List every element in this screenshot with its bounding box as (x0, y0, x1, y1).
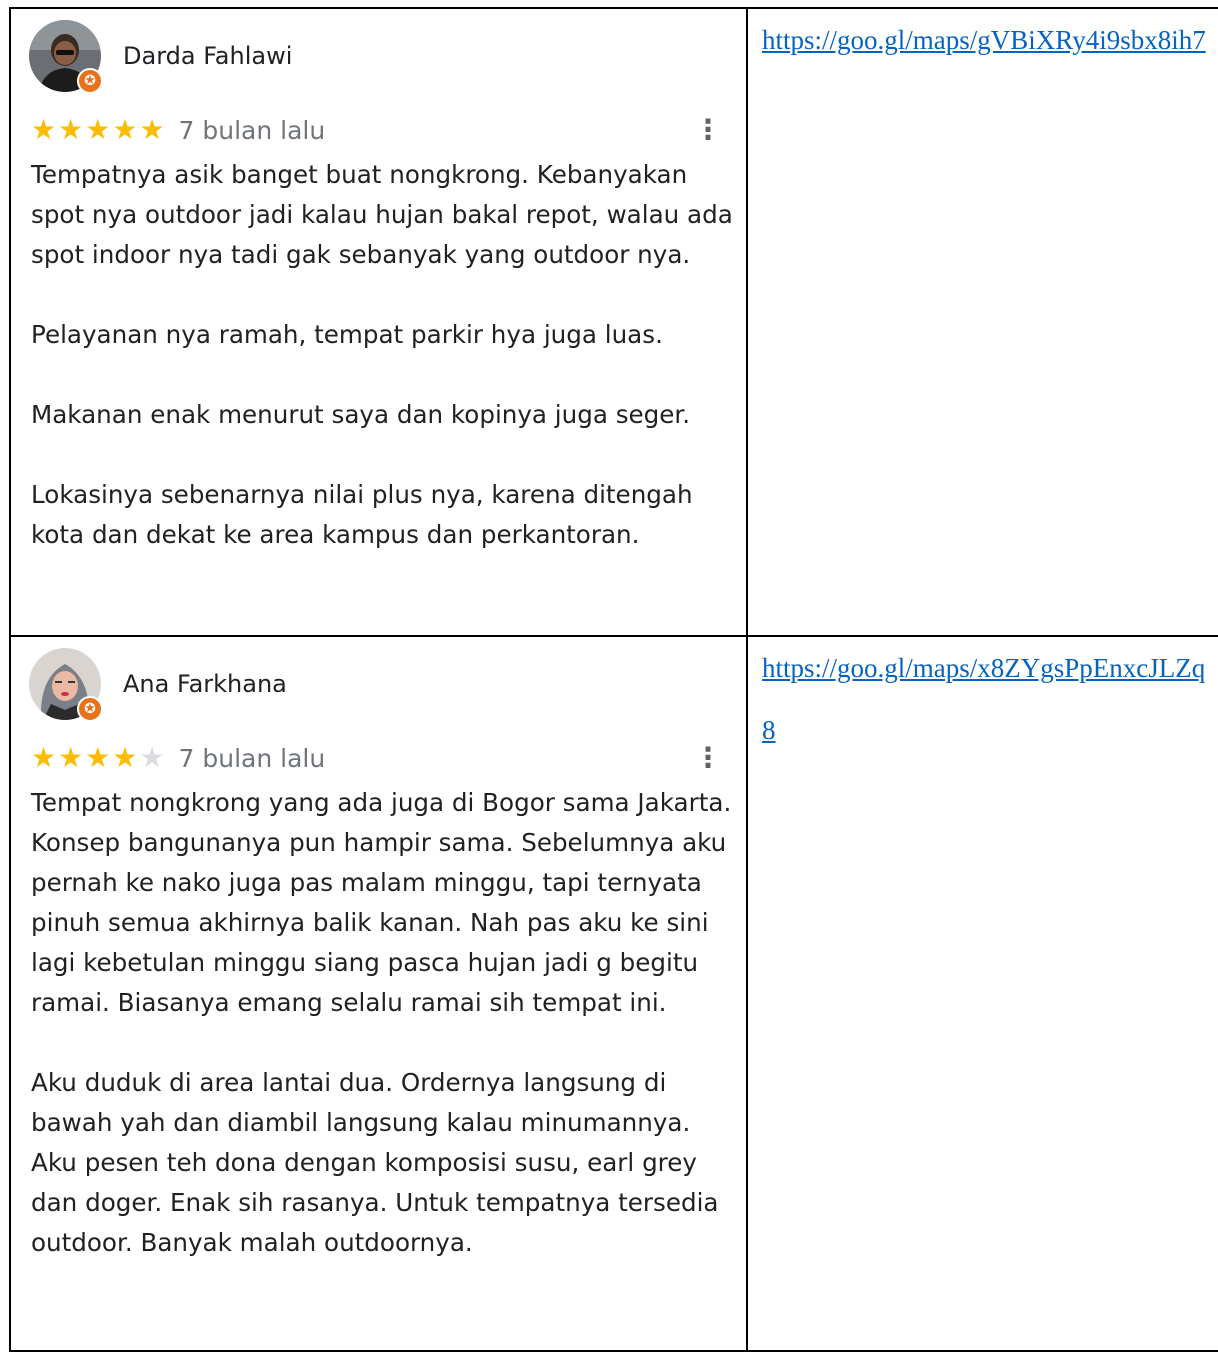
review-header: ✪ Darda Fahlawi (29, 9, 746, 97)
link-cell: https://goo.gl/maps/gVBiXRy4i9sbx8ih7 (746, 7, 1218, 637)
link-cell: https://goo.gl/maps/x8ZYgsPpEnxcJLZq8 (746, 635, 1218, 1352)
more-vert-icon[interactable]: ⋮ (694, 116, 722, 144)
star-icon: ★ (85, 113, 111, 146)
star-icon: ★ (139, 113, 165, 146)
review-paragraph: Makanan enak menurut saya dan kopinya ju… (31, 400, 691, 429)
review-paragraph: Lokasinya sebenarnya nilai plus nya, kar… (31, 480, 693, 549)
review-cell: ✪ Darda Fahlawi ★ ★ ★ ★ ★ 7 bulan lalu ⋮ (9, 7, 748, 637)
star-icon: ★ (85, 741, 111, 774)
review-card: ✪ Ana Farkhana ★ ★ ★ ★ ★ 7 bulan lalu ⋮ (11, 637, 746, 1263)
review-paragraph: Tempatnya asik banget buat nongkrong. Ke… (31, 160, 733, 269)
reviews-table: ✪ Darda Fahlawi ★ ★ ★ ★ ★ 7 bulan lalu ⋮ (9, 7, 1218, 1352)
maps-link[interactable]: https://goo.gl/maps/gVBiXRy4i9sbx8ih7 (762, 9, 1218, 71)
star-icon: ★ (31, 113, 57, 146)
review-text: Tempatnya asik banget buat nongkrong. Ke… (31, 155, 746, 555)
more-vert-icon[interactable]: ⋮ (694, 744, 722, 772)
review-row-1: ✪ Darda Fahlawi ★ ★ ★ ★ ★ 7 bulan lalu ⋮ (9, 7, 1218, 637)
star-rating: ★ ★ ★ ★ ★ (31, 116, 165, 144)
review-row-2: ✪ Ana Farkhana ★ ★ ★ ★ ★ 7 bulan lalu ⋮ (9, 635, 1218, 1352)
star-icon: ★ (58, 113, 84, 146)
avatar-wrap[interactable]: ✪ (29, 648, 103, 722)
avatar-wrap[interactable]: ✪ (29, 20, 103, 94)
review-date: 7 bulan lalu (178, 743, 326, 773)
review-date: 7 bulan lalu (178, 115, 326, 145)
review-cell: ✪ Ana Farkhana ★ ★ ★ ★ ★ 7 bulan lalu ⋮ (9, 635, 748, 1352)
reviewer-name[interactable]: Darda Fahlawi (123, 42, 292, 70)
review-card: ✪ Darda Fahlawi ★ ★ ★ ★ ★ 7 bulan lalu ⋮ (11, 9, 746, 555)
star-empty-icon: ★ (139, 741, 165, 774)
rating-row: ★ ★ ★ ★ ★ 7 bulan lalu ⋮ (31, 733, 746, 783)
star-rating: ★ ★ ★ ★ ★ (31, 744, 165, 772)
review-paragraph: Aku duduk di area lantai dua. Ordernya l… (31, 1068, 719, 1257)
reviewer-name[interactable]: Ana Farkhana (123, 670, 287, 698)
review-text: Tempat nongkrong yang ada juga di Bogor … (31, 783, 746, 1263)
rating-row: ★ ★ ★ ★ ★ 7 bulan lalu ⋮ (31, 105, 746, 155)
star-icon: ★ (112, 113, 138, 146)
local-guide-badge-icon: ✪ (77, 68, 103, 94)
review-header: ✪ Ana Farkhana (29, 637, 746, 725)
review-paragraph: Pelayanan nya ramah, tempat parkir hya j… (31, 320, 663, 349)
local-guide-badge-icon: ✪ (77, 696, 103, 722)
star-icon: ★ (58, 741, 84, 774)
star-icon: ★ (31, 741, 57, 774)
star-icon: ★ (112, 741, 138, 774)
review-paragraph: Tempat nongkrong yang ada juga di Bogor … (31, 788, 732, 1017)
maps-link[interactable]: https://goo.gl/maps/x8ZYgsPpEnxcJLZq8 (762, 637, 1218, 761)
